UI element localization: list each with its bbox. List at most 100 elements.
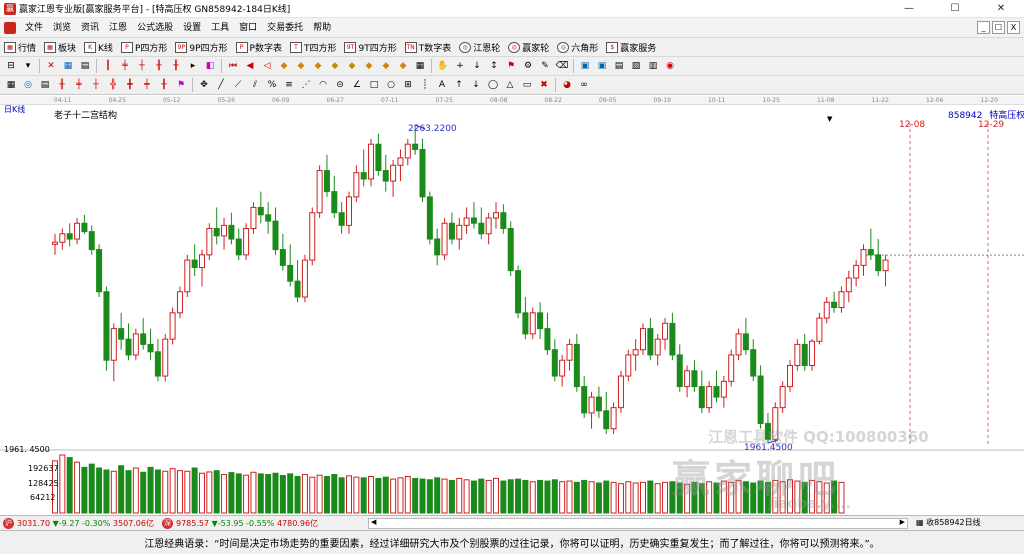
grid-tool-icon[interactable]: ⊞ xyxy=(401,78,415,92)
fan-icon[interactable]: ⋰ xyxy=(299,78,313,92)
first-icon[interactable]: ⏮ xyxy=(226,59,240,73)
diamond-d-icon[interactable]: ◆ xyxy=(362,59,376,73)
time-tool-icon[interactable]: ┊ xyxy=(418,78,432,92)
diamond-e-icon[interactable]: ◆ xyxy=(379,59,393,73)
k-line-icon[interactable]: ┼ xyxy=(89,78,103,92)
mdi-restore-button[interactable]: ☐ xyxy=(992,21,1005,34)
toolbar-item-1[interactable]: ▦ 板块 xyxy=(40,41,80,54)
maximize-button[interactable]: ☐ xyxy=(932,0,978,18)
zoom-out-icon[interactable]: ◆ xyxy=(277,59,291,73)
color-wheel-icon[interactable]: ◕ xyxy=(560,78,574,92)
kline-chart[interactable] xyxy=(0,105,1024,515)
ray-icon[interactable]: ⟋ xyxy=(231,78,245,92)
infinity-icon[interactable]: ∞ xyxy=(577,78,591,92)
bullseye-icon[interactable]: ◎ xyxy=(21,78,35,92)
toolbar-item-12[interactable]: $ 赢家服务 xyxy=(602,41,660,54)
flag-icon[interactable]: ⚑ xyxy=(504,59,518,73)
square-icon[interactable]: □ xyxy=(367,78,381,92)
menu-formula-select[interactable]: 公式选股 xyxy=(132,18,178,38)
up-arrow-icon[interactable]: ↑ xyxy=(452,78,466,92)
percent-icon[interactable]: % xyxy=(265,78,279,92)
menu-file[interactable]: 文件 xyxy=(20,18,48,38)
toolbar-item-8[interactable]: TN T数字表 xyxy=(401,41,456,54)
toolbar-item-7[interactable]: 9T 9T四方形 xyxy=(340,41,400,54)
candle-icon[interactable]: ┃ xyxy=(101,59,115,73)
print-icon[interactable]: ▤ xyxy=(612,59,626,73)
channel-icon[interactable]: ⫽ xyxy=(248,78,262,92)
gear-icon[interactable]: ⚙ xyxy=(521,59,535,73)
menu-browse[interactable]: 浏览 xyxy=(48,18,76,38)
toolbar-item-6[interactable]: T T四方形 xyxy=(286,41,341,54)
prev-icon[interactable]: ◀ xyxy=(243,59,257,73)
menu-info[interactable]: 资讯 xyxy=(76,18,104,38)
k-bar-icon[interactable]: ╪ xyxy=(72,78,86,92)
close-button[interactable]: ✕ xyxy=(978,0,1024,18)
arc-icon[interactable]: ◠ xyxy=(316,78,330,92)
toolbar-item-11[interactable]: ◎ 六角形 xyxy=(553,41,602,54)
minimize-button[interactable]: — xyxy=(886,0,932,18)
cycle-icon[interactable]: ⊝ xyxy=(333,78,347,92)
layout-icon[interactable]: ▥ xyxy=(646,59,660,73)
grid-icon[interactable]: ▦ xyxy=(61,59,75,73)
k-candle-icon[interactable]: ╫ xyxy=(55,78,69,92)
table-view-icon[interactable]: ▦ xyxy=(4,78,18,92)
ellipse-icon[interactable]: ◯ xyxy=(486,78,500,92)
hand-icon[interactable]: ✋ xyxy=(436,59,450,73)
line-icon[interactable]: ╂ xyxy=(169,59,183,73)
diamond-b-icon[interactable]: ◆ xyxy=(328,59,342,73)
menu-window[interactable]: 窗口 xyxy=(234,18,262,38)
scroll-left-icon[interactable]: ◀ xyxy=(371,518,376,526)
pan-icon[interactable]: ✥ xyxy=(197,78,211,92)
diamond-a-icon[interactable]: ◆ xyxy=(311,59,325,73)
arrow-icon[interactable]: ↓ xyxy=(470,59,484,73)
zoom-in-icon[interactable]: ◆ xyxy=(294,59,308,73)
bar-icon[interactable]: ╪ xyxy=(118,59,132,73)
menu-trade[interactable]: 交易委托 xyxy=(262,18,308,38)
toolbar-item-5[interactable]: P P数字表 xyxy=(232,41,286,54)
ohlc-icon[interactable]: ┼ xyxy=(135,59,149,73)
calc-icon[interactable]: ▣ xyxy=(578,59,592,73)
eraser-icon[interactable]: ⌫ xyxy=(555,59,569,73)
cursor-icon[interactable]: ↕ xyxy=(487,59,501,73)
plus-icon[interactable]: + xyxy=(453,59,467,73)
toolbar-item-3[interactable]: P P四方形 xyxy=(117,41,171,54)
dropdown-icon[interactable]: ▾ xyxy=(21,59,35,73)
scroll-right-icon[interactable]: ▶ xyxy=(900,518,905,526)
menu-settings[interactable]: 设置 xyxy=(178,18,206,38)
cross-icon[interactable]: ✕ xyxy=(44,59,58,73)
toolbar-item-10[interactable]: ◎ 赢家轮 xyxy=(504,41,553,54)
menu-gann[interactable]: 江恩 xyxy=(104,18,132,38)
table-icon[interactable]: ▦ xyxy=(413,59,427,73)
mdi-close-button[interactable]: X xyxy=(1007,21,1020,34)
toolbar-item-9[interactable]: ◎ 江恩轮 xyxy=(455,41,504,54)
circle-icon[interactable]: ○ xyxy=(384,78,398,92)
text-tool-icon[interactable]: A xyxy=(435,78,449,92)
box-icon[interactable]: ▭ xyxy=(520,78,534,92)
toolbar-item-0[interactable]: ▦ 行情 xyxy=(0,41,40,54)
doc-icon[interactable]: ▤ xyxy=(78,59,92,73)
triangle-icon[interactable]: △ xyxy=(503,78,517,92)
angle-icon[interactable]: ∠ xyxy=(350,78,364,92)
toolbar-item-4[interactable]: 9P 9P四方形 xyxy=(171,41,231,54)
line-tool-icon[interactable]: ╱ xyxy=(214,78,228,92)
dropdown-marker-icon[interactable]: ▼ xyxy=(827,115,832,123)
color-icon[interactable]: ◧ xyxy=(203,59,217,73)
k-tower-icon[interactable]: ╬ xyxy=(106,78,120,92)
horizontal-scrollbar[interactable]: ◀ ▶ xyxy=(368,518,908,529)
mdi-minimize-button[interactable]: _ xyxy=(977,21,990,34)
diamond-c-icon[interactable]: ◆ xyxy=(345,59,359,73)
diamond-f-icon[interactable]: ◆ xyxy=(396,59,410,73)
back-icon[interactable]: ◁ xyxy=(260,59,274,73)
delete-icon[interactable]: ✖ xyxy=(537,78,551,92)
k-mark-icon[interactable]: ┿ xyxy=(140,78,154,92)
trade-icon[interactable]: ◉ xyxy=(663,59,677,73)
tower-icon[interactable]: ╫ xyxy=(152,59,166,73)
period-icon[interactable]: ⊟ xyxy=(4,59,18,73)
fib-icon[interactable]: ≡ xyxy=(282,78,296,92)
toolbar-item-2[interactable]: K K线 xyxy=(80,41,117,54)
k-ohlc-icon[interactable]: ╋ xyxy=(123,78,137,92)
menu-tools[interactable]: 工具 xyxy=(206,18,234,38)
select-icon[interactable]: ▸ xyxy=(186,59,200,73)
picture-icon[interactable]: ▧ xyxy=(629,59,643,73)
brush-icon[interactable]: ✎ xyxy=(538,59,552,73)
